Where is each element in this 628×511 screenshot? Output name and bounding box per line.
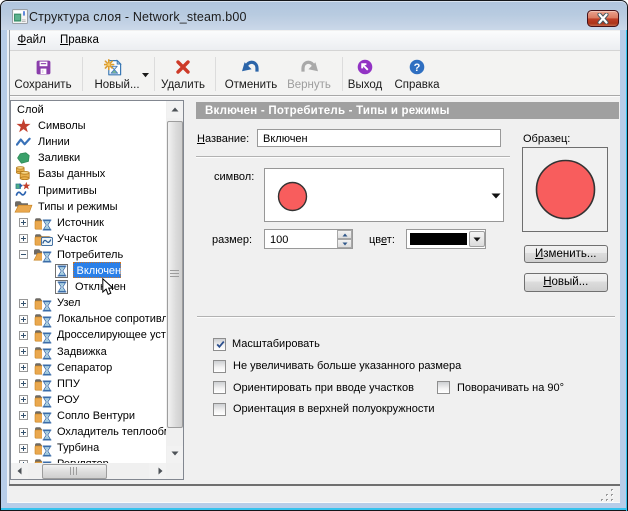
svg-text:?: ? [414, 62, 421, 74]
